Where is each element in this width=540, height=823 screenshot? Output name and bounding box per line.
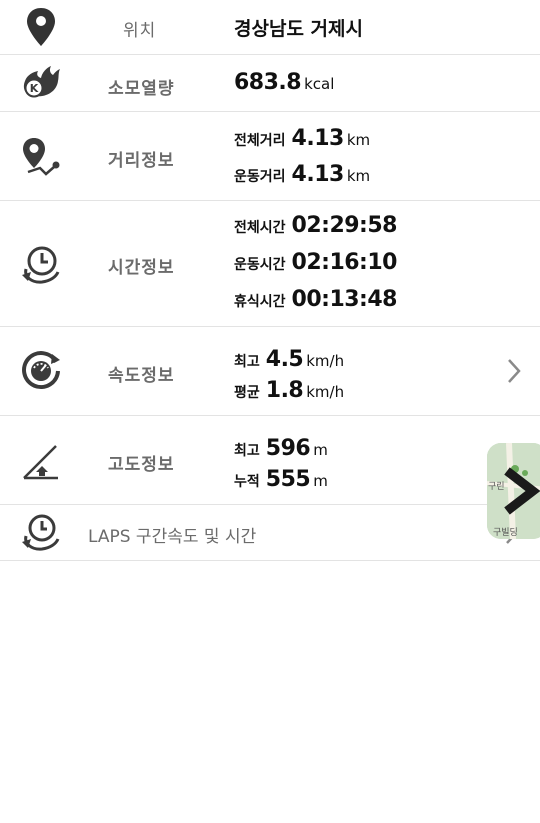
speed-max-name: 최고 [234,354,260,370]
altitude-label: 고도정보 [108,455,175,475]
distance-exercise-name: 운동거리 [234,169,286,185]
row-speed[interactable]: 속도정보 최고 4.5 km/h 평균 1.8 km/h [0,327,540,416]
time-exercise: 운동시간 02:16:10 [234,250,397,275]
calories-value: 683.8 [234,70,302,95]
row-laps[interactable]: LAPS 구간속도 및 시간 [0,505,540,561]
altitude-cumulative: 누적 555 m [234,467,328,492]
row-altitude: 고도정보 최고 596 m 누적 555 m [0,416,540,505]
calories-value-group: 683.8 kcal [234,70,334,95]
distance-exercise-unit: km [346,167,371,185]
time-total-value: 02:29:58 [291,213,398,238]
distance-label: 거리정보 [108,151,175,171]
distance-exercise-value: 4.13 [291,162,345,187]
distance-exercise: 운동거리 4.13 km [234,162,370,187]
speed-avg-name: 평균 [234,385,260,401]
distance-route-icon [23,138,60,176]
location-value: 경상남도 거제시 [234,18,363,40]
altitude-max: 최고 596 m [234,436,328,461]
chevron-right-icon[interactable] [504,357,524,385]
location-pin-icon [27,8,55,46]
time-rest-value: 00:13:48 [291,287,398,312]
distance-total-name: 전체거리 [234,133,286,149]
speed-max-value: 4.5 [265,347,304,372]
altitude-max-name: 최고 [234,443,260,459]
row-calories: K 소모열량 683.8 kcal [0,55,540,112]
svg-text:K: K [30,82,39,95]
map-label-top: 구린 [488,482,505,492]
calories-label: 소모열량 [108,79,175,99]
time-exercise-name: 운동시간 [234,257,286,273]
time-total-name: 전체시간 [234,220,286,236]
calorie-flame-icon: K [23,66,60,98]
speed-max: 최고 4.5 km/h [234,347,344,372]
distance-total-unit: km [346,131,371,149]
row-time: 시간정보 전체시간 02:29:58 운동시간 02:16:10 휴식시간 00:13… [0,201,540,327]
altitude-max-unit: m [313,441,328,459]
speed-max-unit: km/h [306,352,345,370]
time-total: 전체시간 02:29:58 [234,213,397,238]
altitude-max-value: 596 [265,436,311,461]
location-label: 위치 [123,21,157,41]
map-label-bottom: 구빌딩 [493,528,518,538]
speed-avg-value: 1.8 [265,378,304,403]
time-label: 시간정보 [108,258,175,278]
distance-total-value: 4.13 [291,126,345,151]
speed-avg-unit: km/h [306,383,345,401]
laps-clock-icon [22,514,60,551]
altitude-cumulative-unit: m [313,472,328,490]
time-clock-icon [22,246,60,284]
row-distance: 거리정보 전체거리 4.13 km 운동거리 4.13 km [0,112,540,201]
row-location: 위치 경상남도 거제시 [0,0,540,55]
speed-gauge-icon [22,351,60,390]
speed-label: 속도정보 [108,366,175,386]
altitude-cumulative-value: 555 [265,467,311,492]
altitude-cumulative-name: 누적 [234,474,260,490]
distance-total: 전체거리 4.13 km [234,126,370,151]
time-rest-name: 휴식시간 [234,294,286,310]
laps-label: LAPS 구간속도 및 시간 [88,527,257,547]
altitude-slope-icon [23,445,58,480]
speed-avg: 평균 1.8 km/h [234,378,344,403]
time-rest: 휴식시간 00:13:48 [234,287,397,312]
map-thumbnail[interactable]: 구린 구빌딩 [487,443,540,539]
time-exercise-value: 02:16:10 [291,250,398,275]
calories-unit: kcal [304,75,335,93]
